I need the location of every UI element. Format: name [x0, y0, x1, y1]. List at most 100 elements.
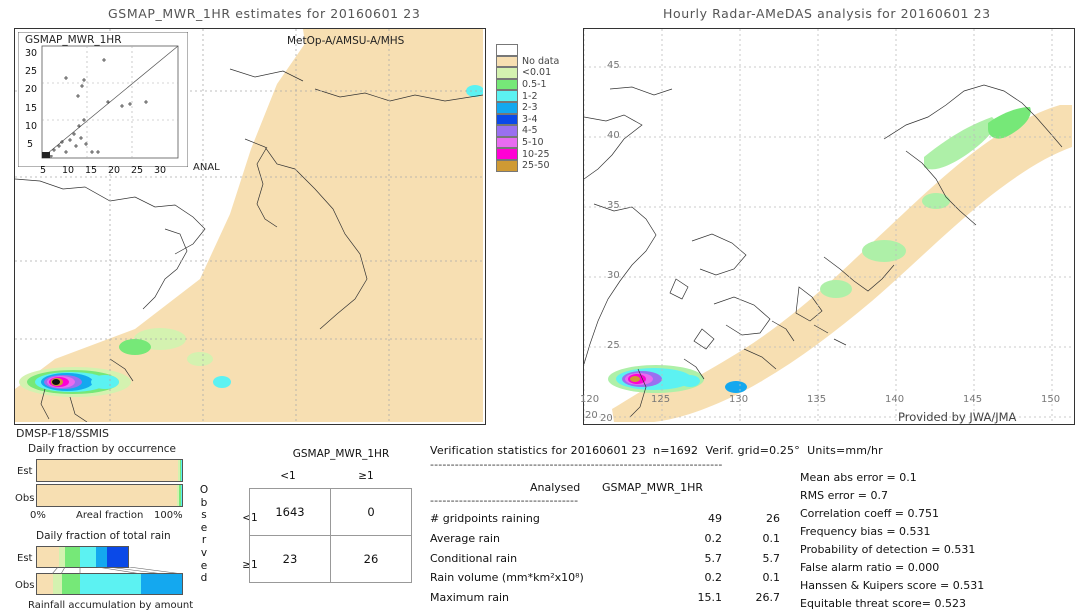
contingency-col-header-0: <1 — [280, 470, 296, 482]
colorbar-label: 3-4 — [522, 113, 538, 125]
frac-segment — [79, 547, 97, 567]
stat-row-label: Rain volume (mm*km²x10⁸) — [430, 571, 584, 584]
areal-axis-max: 100% — [154, 510, 183, 521]
model-col-header: GSMAP_MWR_1HR — [602, 481, 704, 494]
score-line: RMS error = 0.7 — [800, 489, 888, 502]
score-line: Hanssen & Kuipers score = 0.531 — [800, 579, 985, 592]
contingency-col-header-1: ≥1 — [358, 470, 374, 482]
colorbar-label: 10-25 — [522, 148, 550, 160]
stat-row-model: 26 — [766, 512, 780, 525]
left-panel-title: GSMAP_MWR_1HR estimates for 20160601 23 — [108, 6, 421, 21]
stat-row-analysed: 0.2 — [704, 571, 723, 584]
stat-row-model: 5.7 — [762, 552, 781, 565]
colorbar-entry: 25-50 — [496, 159, 559, 172]
right-panel-title: Hourly Radar-AMeDAS analysis for 2016060… — [663, 6, 991, 21]
inset-scatter-plot[interactable] — [18, 32, 188, 167]
frac-segment — [180, 460, 182, 481]
colorbar-entry: No data — [496, 55, 560, 68]
colorbar-swatch — [496, 44, 518, 56]
sensor-label-bottom: DMSP-F18/SSMIS — [16, 427, 110, 440]
frac-segment — [180, 485, 182, 506]
colorbar-legend: No data <0.01 0.5-1 1-2 2-3 3-4 4-5 5-10… — [496, 44, 559, 172]
occurrence-obs-bar — [36, 484, 183, 507]
observed-axis-label: Observed Ob se rv ed — [199, 484, 209, 585]
stat-row-analysed: 49 — [708, 512, 722, 525]
frac-segment — [107, 547, 128, 567]
frac-segment — [37, 547, 59, 567]
occurrence-est-bar — [36, 459, 183, 482]
colorbar-label: 1-2 — [522, 90, 538, 102]
colorbar-label: 25-50 — [522, 160, 550, 172]
score-line: Frequency bias = 0.531 — [800, 525, 931, 538]
contingency-cell: 26 — [330, 535, 412, 583]
total-rain-obs-label: Obs — [15, 580, 35, 591]
frac-segment — [37, 460, 179, 481]
total-rain-title: Daily fraction of total rain — [36, 530, 171, 542]
frac-segment — [37, 574, 53, 594]
contingency-table[interactable]: 1643 0 23 26 — [249, 488, 412, 583]
analysed-col-header: Analysed — [530, 481, 581, 494]
frac-segment — [37, 485, 178, 506]
verification-header: Verification statistics for 20160601 23 … — [430, 444, 883, 457]
anal-label: ANAL — [193, 162, 220, 173]
stat-row-label: Conditional rain — [430, 552, 518, 565]
colorbar-entry: 2-3 — [496, 101, 559, 114]
colorbar-swatch — [496, 159, 518, 172]
stat-row-label: Average rain — [430, 532, 500, 545]
colorbar-entry: 1-2 — [496, 90, 559, 102]
colorbar-label: 2-3 — [522, 102, 538, 114]
colorbar-swatch — [496, 55, 518, 68]
stat-row-analysed: 15.1 — [697, 591, 723, 604]
right-map[interactable] — [583, 28, 1075, 425]
colorbar-label: 0.5-1 — [522, 79, 547, 91]
right-map-lon-corner: 20 — [600, 413, 613, 424]
verification-rule-2: ------------------------------------ — [430, 494, 579, 507]
verification-rule: ----------------------------------------… — [430, 458, 723, 471]
score-line: Probability of detection = 0.531 — [800, 543, 976, 556]
frac-segment — [52, 574, 62, 594]
colorbar-swatch — [496, 136, 518, 149]
stat-row-analysed: 0.2 — [704, 532, 723, 545]
table-row: 1643 0 — [249, 488, 412, 536]
areal-axis-min: 0% — [30, 510, 46, 521]
fraction-connectors — [36, 567, 186, 574]
frac-segment — [65, 547, 80, 567]
score-line: Mean abs error = 0.1 — [800, 471, 917, 484]
total-rain-est-bar — [36, 546, 129, 568]
colorbar-swatch — [496, 101, 518, 114]
colorbar-label: No data — [522, 55, 560, 67]
frac-segment — [141, 574, 182, 594]
colorbar-entry: 4-5 — [496, 125, 559, 137]
colorbar-label: 5-10 — [522, 137, 544, 149]
colorbar-entry: <0.01 — [496, 67, 559, 79]
contingency-title: GSMAP_MWR_1HR — [292, 448, 390, 460]
score-line: Correlation coeff = 0.751 — [800, 507, 939, 520]
colorbar-entry: 5-10 — [496, 136, 559, 149]
frac-segment — [80, 574, 142, 594]
stat-row-model: 0.1 — [762, 532, 781, 545]
areal-axis-label: Areal fraction — [76, 510, 144, 521]
colorbar-swatch — [496, 67, 518, 79]
sensor-label-top: MetOp-A/AMSU-A/MHS — [287, 35, 405, 47]
stat-row-model: 26.7 — [755, 591, 781, 604]
colorbar-label: <0.01 — [522, 67, 552, 79]
bottom-caption: Rainfall accumulation by amount — [28, 600, 194, 611]
colorbar-entry: 0.5-1 — [496, 78, 559, 91]
stat-row-analysed: 5.7 — [704, 552, 723, 565]
occurrence-est-label: Est — [17, 466, 33, 477]
contingency-cell: 23 — [249, 535, 331, 583]
occurrence-title: Daily fraction by occurrence — [28, 443, 176, 455]
frac-segment — [61, 574, 81, 594]
stat-row-label: # gridpoints raining — [430, 512, 540, 525]
total-rain-est-label: Est — [17, 553, 33, 564]
contingency-cell: 0 — [330, 488, 412, 536]
score-line: False alarm ratio = 0.000 — [800, 561, 940, 574]
stat-row-label: Maximum rain — [430, 591, 509, 604]
frac-segment — [96, 547, 108, 567]
credit-label: Provided by JWA/JMA — [898, 410, 1017, 424]
colorbar-swatch — [496, 148, 518, 160]
occurrence-obs-label: Obs — [15, 493, 35, 504]
colorbar-label: 4-5 — [522, 125, 538, 137]
colorbar-entry — [496, 44, 559, 56]
score-line: Equitable threat score= 0.523 — [800, 597, 966, 610]
